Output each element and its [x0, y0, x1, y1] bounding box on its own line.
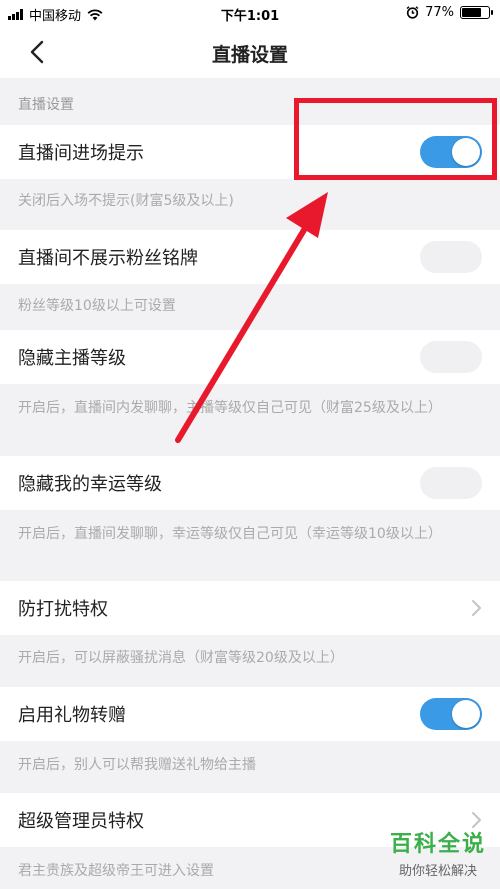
hide-host-level-toggle[interactable] — [420, 341, 482, 373]
setting-description: 开启后，直播间发聊聊，幸运等级仅自己可见（幸运等级10级以上） — [18, 526, 442, 542]
setting-description: 粉丝等级10级以上可设置 — [18, 298, 176, 314]
setting-row-hide-luck-level[interactable]: 隐藏我的幸运等级 — [0, 456, 500, 510]
setting-description: 开启后，可以屏蔽骚扰消息（财富等级20级及以上） — [18, 650, 344, 666]
setting-row-anti-disturb[interactable]: 防打扰特权 — [0, 581, 500, 635]
hide-fan-badge-toggle[interactable] — [420, 241, 482, 273]
setting-description: 开启后，别人可以帮我赠送礼物给主播 — [18, 757, 256, 773]
status-bar: 中国移动 下午1:01 77% — [0, 0, 500, 26]
chevron-right-icon — [472, 600, 481, 616]
setting-description: 关闭后入场不提示(财富5级及以上) — [18, 193, 234, 209]
setting-label: 隐藏主播等级 — [18, 348, 126, 369]
setting-row-gift-transfer[interactable]: 启用礼物转赠 — [0, 687, 500, 741]
battery-percent: 77% — [425, 5, 454, 20]
battery-icon — [460, 6, 493, 19]
toggle-knob — [452, 700, 480, 728]
annotation-highlight-box — [294, 98, 497, 180]
setting-label: 超级管理员特权 — [18, 811, 144, 832]
toggle-knob — [422, 343, 450, 371]
setting-row-hide-fan-badge[interactable]: 直播间不展示粉丝铭牌 — [0, 230, 500, 284]
battery-fill — [462, 8, 481, 17]
setting-row-hide-host-level[interactable]: 隐藏主播等级 — [0, 330, 500, 384]
navigation-bar: 直播设置 — [0, 26, 500, 78]
toggle-knob — [422, 469, 450, 497]
alarm-icon — [406, 6, 419, 19]
setting-label: 隐藏我的幸运等级 — [18, 474, 162, 495]
page-title: 直播设置 — [211, 44, 288, 66]
watermark-logo: 百科全说 助你轻松解决 — [390, 826, 486, 879]
section-header: 直播设置 — [18, 97, 74, 113]
setting-label: 直播间不展示粉丝铭牌 — [18, 248, 198, 269]
setting-label: 防打扰特权 — [18, 599, 108, 620]
setting-label: 直播间进场提示 — [18, 143, 144, 164]
setting-label: 启用礼物转赠 — [18, 705, 126, 726]
status-right: 77% — [406, 5, 493, 20]
hide-luck-level-toggle[interactable] — [420, 467, 482, 499]
watermark-slogan: 助你轻松解决 — [398, 864, 477, 879]
setting-description: 开启后，直播间内发聊聊，主播等级仅自己可见（财富25级及以上） — [18, 400, 442, 416]
toggle-knob — [422, 243, 450, 271]
watermark-brand: 百科全说 — [389, 832, 486, 857]
gift-transfer-toggle[interactable] — [420, 698, 482, 730]
